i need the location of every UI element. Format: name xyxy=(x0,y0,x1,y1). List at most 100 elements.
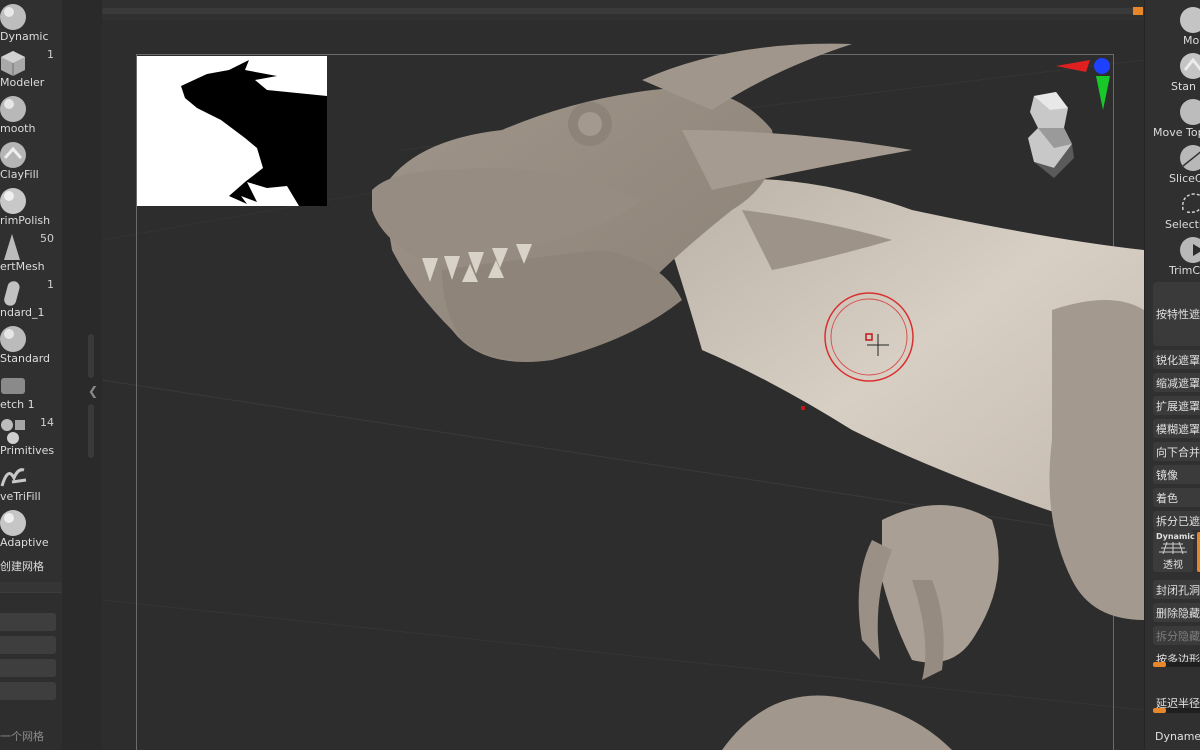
shelf-slot[interactable] xyxy=(0,613,56,631)
shade-button[interactable]: 着色 xyxy=(1153,488,1200,507)
brush-label: mooth xyxy=(0,122,36,135)
perspective-grid-icon xyxy=(1159,542,1187,554)
viewport-canvas[interactable] xyxy=(102,20,1144,750)
scroll-marker[interactable] xyxy=(1133,7,1143,15)
create-mesh-button[interactable]: 创建网格 xyxy=(0,558,44,574)
brush-trimpolish[interactable]: rimPolish xyxy=(0,184,62,229)
brush-label: ertMesh xyxy=(0,260,45,273)
mask-by-feature-button[interactable]: 按特性遮 xyxy=(1153,282,1200,346)
brush-label: Standard xyxy=(0,352,51,365)
right-tool-panel: Mo Stan Move Top SliceC Selecti TrimC 按特… xyxy=(1144,0,1200,750)
modeler-cube-icon xyxy=(1,51,25,76)
button-label: 封闭孔洞 xyxy=(1156,584,1200,597)
mask-by-feature-label: 按特性遮 xyxy=(1156,308,1200,321)
move-topological-icon xyxy=(1180,99,1200,125)
stroke-marker xyxy=(801,406,805,410)
insertmesh-cone-icon xyxy=(4,234,20,260)
brush-cursor xyxy=(824,292,914,382)
tool-move[interactable]: Mo xyxy=(1145,4,1200,48)
dynamic-perspective-button[interactable]: Dynamic 透视 xyxy=(1153,530,1195,572)
blur-mask-button[interactable]: 模糊遮罩 xyxy=(1153,419,1200,438)
divider-handle-top[interactable] xyxy=(88,334,94,378)
button-label: 拆分隐藏 xyxy=(1156,630,1200,643)
shelf-slot[interactable] xyxy=(0,682,56,700)
brush-dynamic[interactable]: Dynamic xyxy=(0,0,62,45)
divider-handle-bottom[interactable] xyxy=(88,404,94,458)
tool-label: TrimC xyxy=(1169,264,1200,277)
button-label: 删除隐藏 xyxy=(1156,607,1200,620)
tool-move-topological[interactable]: Move Top xyxy=(1145,96,1200,140)
curvetrifill-icon xyxy=(0,468,27,487)
shrink-mask-button[interactable]: 缩减遮罩 xyxy=(1153,373,1200,392)
button-label: 拆分已遮 xyxy=(1156,515,1200,528)
shelf-slots xyxy=(0,592,62,750)
navigation-head-icon[interactable] xyxy=(1014,88,1082,180)
delete-hidden-button[interactable]: 删除隐藏 xyxy=(1153,603,1200,622)
tool-slice-curve[interactable]: SliceC xyxy=(1145,142,1200,186)
brush-count: 50 xyxy=(40,232,54,245)
brush-primitives[interactable]: 14 Primitives xyxy=(0,414,62,459)
primitives-icon xyxy=(1,419,25,444)
split-masked-button[interactable]: 拆分已遮 xyxy=(1153,511,1200,530)
shelf-slot[interactable] xyxy=(0,659,56,677)
tool-standard[interactable]: Stan xyxy=(1145,50,1200,94)
merge-down-button[interactable]: 向下合并 xyxy=(1153,442,1200,461)
brush-adaptive[interactable]: Adaptive xyxy=(0,506,62,551)
perspective-label: 透视 xyxy=(1163,560,1183,571)
smooth-sphere-icon xyxy=(0,96,26,122)
tool-label: Mo xyxy=(1183,34,1200,47)
trim-curve-icon xyxy=(1180,237,1200,263)
tool-trim-curve[interactable]: TrimC xyxy=(1145,234,1200,278)
brush-smooth[interactable]: mooth xyxy=(0,92,62,137)
polygroup-slider[interactable] xyxy=(1153,662,1200,667)
sketch-icon xyxy=(1,378,25,394)
shelf-slot[interactable] xyxy=(0,636,56,654)
mirror-button[interactable]: 镜像 xyxy=(1153,465,1200,484)
brush-curvetrifill[interactable]: veTriFill xyxy=(0,460,62,505)
standard-capsule-icon xyxy=(4,281,20,306)
tool-label: Selecti xyxy=(1165,218,1200,231)
brush-sketch[interactable]: etch 1 xyxy=(0,368,62,413)
brush-label: etch 1 xyxy=(0,398,35,411)
brush-label: ClayFill xyxy=(0,168,39,181)
standard-sphere-icon xyxy=(0,326,26,352)
split-hidden-button[interactable]: 拆分隐藏 xyxy=(1153,626,1200,645)
tool-label: Stan xyxy=(1171,80,1197,93)
grow-mask-button[interactable]: 扩展遮罩 xyxy=(1153,396,1200,415)
brush-standard[interactable]: Standard xyxy=(0,322,62,367)
selection-lasso-icon xyxy=(1181,193,1200,214)
brush-count: 1 xyxy=(47,278,54,291)
collapse-arrow-icon[interactable]: ❮ xyxy=(88,384,98,398)
button-label: 镜像 xyxy=(1156,469,1178,482)
slice-curve-icon xyxy=(1180,145,1200,171)
shelf-footer-label: 一个网格 xyxy=(0,730,44,743)
lazy-radius-slider[interactable] xyxy=(1153,708,1200,713)
brush-label: Primitives xyxy=(0,444,55,457)
brush-count: 14 xyxy=(40,416,54,429)
brush-label: Modeler xyxy=(0,76,45,89)
panel-divider[interactable]: ❮ xyxy=(62,0,102,750)
slider-fill xyxy=(1153,662,1166,667)
tool-label: SliceC xyxy=(1169,172,1200,185)
sharpen-mask-button[interactable]: 锐化遮罩 xyxy=(1153,350,1200,369)
adaptive-sphere-icon xyxy=(0,510,26,536)
clayfill-icon xyxy=(0,142,26,168)
dynamic-sphere-icon xyxy=(0,4,26,30)
brush-modeler[interactable]: 1 Modeler xyxy=(0,46,62,91)
top-scrollbar[interactable] xyxy=(102,8,1144,14)
move-brush-icon xyxy=(1180,7,1200,33)
brush-clayfill[interactable]: ClayFill xyxy=(0,138,62,183)
tool-selection[interactable]: Selecti xyxy=(1145,188,1200,232)
brush-insertmesh[interactable]: 50 ertMesh xyxy=(0,230,62,275)
slider-fill xyxy=(1153,708,1166,713)
brush-label: veTriFill xyxy=(0,490,41,503)
brush-shelf: Dynamic 1 Modeler mooth ClayFill rimPoli… xyxy=(0,0,62,750)
button-label: 扩展遮罩 xyxy=(1156,400,1200,413)
close-holes-button[interactable]: 封闭孔洞 xyxy=(1153,580,1200,599)
dynamic-label: Dynamic xyxy=(1156,532,1195,541)
silhouette-thumbnail[interactable] xyxy=(137,56,327,206)
dynamesh-label[interactable]: Dyname xyxy=(1155,730,1200,743)
brush-label: Dynamic xyxy=(0,30,49,43)
brush-standard-1[interactable]: 1 ndard_1 xyxy=(0,276,62,321)
tool-label: Move Top xyxy=(1153,126,1200,139)
